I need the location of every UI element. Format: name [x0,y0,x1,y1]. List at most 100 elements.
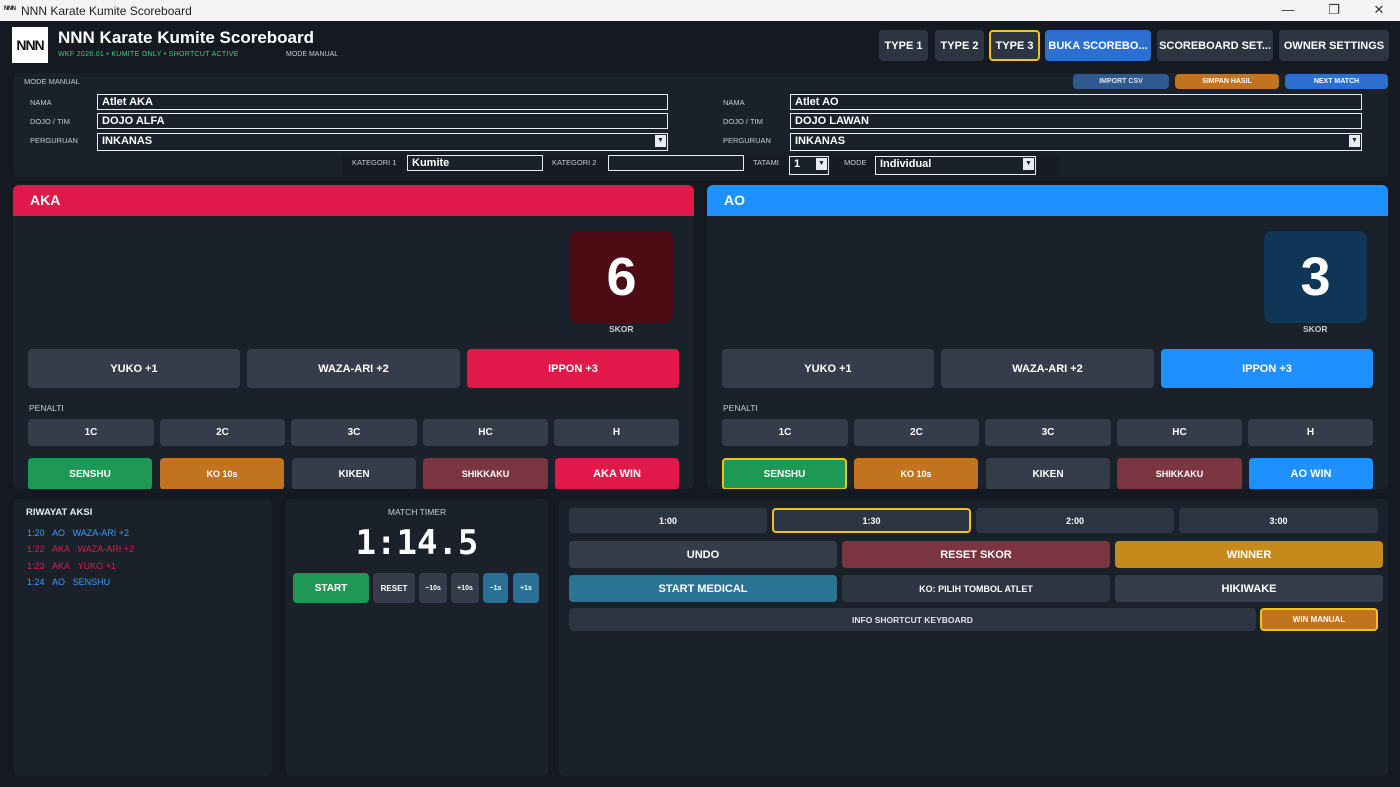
aka-penalty-2c[interactable]: 2C [160,419,285,446]
timer-reset-button[interactable]: RESET [373,573,415,603]
history-entry: 1:24 AO SENSHU [27,577,110,587]
ao-penalty-1c[interactable]: 1C [722,419,848,446]
duration-2-00-button[interactable]: 2:00 [976,508,1174,533]
category1-field[interactable]: Kumite [407,155,543,171]
ao-name-label: NAMA [723,98,745,107]
mode-select-value: Individual [880,158,932,170]
chevron-down-icon: ▼ [1023,158,1034,170]
ko-pick-athlete-button[interactable]: KO: PILIH TOMBOL ATLET [842,575,1110,602]
info-mode-label: MODE MANUAL [24,77,80,86]
ao-yuko-button[interactable]: YUKO +1 [722,349,934,388]
chevron-down-icon: ▼ [655,135,666,147]
mode-select[interactable]: Individual ▼ [875,156,1036,175]
close-icon[interactable]: ✕ [1364,2,1394,18]
window-title-bar: NNN NNN Karate Kumite Scoreboard — ❐ ✕ [0,0,1400,21]
duration-1-00-button[interactable]: 1:00 [569,508,767,533]
type2-button[interactable]: TYPE 2 [935,30,984,61]
aka-score-label: SKOR [609,324,634,334]
winner-button[interactable]: WINNER [1115,541,1383,568]
ao-header: AO [707,185,1388,216]
ao-score: 3 [1264,231,1367,323]
scoreboard-settings-button[interactable]: SCOREBOARD SET... [1157,30,1273,61]
win-manual-button[interactable]: WIN MANUAL [1260,608,1378,631]
reset-score-button[interactable]: RESET SKOR [842,541,1110,568]
aka-header: AKA [13,185,694,216]
history-time: 1:22 [27,544,45,554]
aka-senshu-button[interactable]: SENSHU [28,458,152,489]
shortcut-info-button[interactable]: INFO SHORTCUT KEYBOARD [569,608,1256,631]
ao-school-select[interactable]: INKANAS ▼ [790,133,1362,151]
history-time: 1:20 [27,528,45,538]
timer-plus10-button[interactable]: +10s [451,573,479,603]
aka-school-select[interactable]: INKANAS ▼ [97,133,668,151]
minimize-icon[interactable]: — [1273,2,1303,17]
aka-win-button[interactable]: AKA WIN [555,458,679,489]
owner-settings-button[interactable]: OWNER SETTINGS [1279,30,1389,61]
ao-name-field[interactable]: Atlet AO [790,94,1362,110]
import-csv-button[interactable]: IMPORT CSV [1073,74,1169,89]
app-subtitle: WKF 2026.01 • KUMITE ONLY • SHORTCUT ACT… [58,51,239,58]
mode-label: MODE MANUAL [286,51,339,58]
aka-score: 6 [570,231,673,323]
aka-ippon-button[interactable]: IPPON +3 [467,349,679,388]
open-scoreboard-button[interactable]: BUKA SCOREBO... [1045,30,1151,61]
aka-penalty-3c[interactable]: 3C [291,419,417,446]
maximize-icon[interactable]: ❐ [1319,2,1349,18]
ao-school-value: INKANAS [795,135,846,147]
timer-plus1-button[interactable]: +1s [513,573,539,603]
category2-field[interactable] [608,155,744,171]
aka-dojo-field[interactable]: DOJO ALFA [97,113,668,129]
ao-win-button[interactable]: AO WIN [1249,458,1373,489]
history-action: YUKO +1 [77,561,116,571]
ao-shikkaku-button[interactable]: SHIKKAKU [1117,458,1242,489]
save-result-button[interactable]: SIMPAN HASIL [1175,74,1279,89]
aka-penalty-1c[interactable]: 1C [28,419,154,446]
mode-select-label: MODE [844,158,867,167]
duration-1-30-button[interactable]: 1:30 [772,508,971,533]
type1-button[interactable]: TYPE 1 [879,30,928,61]
ao-school-label: PERGURUAN [723,136,771,145]
aka-waza-ari-button[interactable]: WAZA-ARI +2 [247,349,460,388]
history-time: 1:23 [27,561,45,571]
match-controls-panel: 1:00 1:30 2:00 3:00 UNDO RESET SKOR WINN… [559,499,1388,776]
next-match-button[interactable]: NEXT MATCH [1285,74,1388,89]
aka-dojo-label: DOJO / TIM [30,117,70,126]
duration-3-00-button[interactable]: 3:00 [1179,508,1378,533]
chevron-down-icon: ▼ [816,158,827,170]
ao-penalty-2c[interactable]: 2C [854,419,979,446]
timer-minus10-button[interactable]: −10s [419,573,447,603]
ao-penalty-h[interactable]: H [1248,419,1373,446]
ao-senshu-button[interactable]: SENSHU [722,458,847,489]
ao-ippon-button[interactable]: IPPON +3 [1161,349,1373,388]
history-action: WAZA-ARI +2 [72,528,130,538]
history-action: WAZA-ARI +2 [77,544,135,554]
history-entry: 1:20 AO WAZA-ARI +2 [27,528,129,538]
timer-title: MATCH TIMER [387,507,447,517]
ao-waza-ari-button[interactable]: WAZA-ARI +2 [941,349,1154,388]
ao-kiken-button[interactable]: KIKEN [986,458,1110,489]
aka-penalty-hc[interactable]: HC [423,419,548,446]
ao-penalty-hc[interactable]: HC [1117,419,1242,446]
ao-ko-button[interactable]: KO 10s [854,458,978,489]
tatami-value: 1 [794,158,801,170]
aka-name-field[interactable]: Atlet AKA [97,94,668,110]
ao-penalty-3c[interactable]: 3C [985,419,1111,446]
timer-start-button[interactable]: START [293,573,369,603]
history-entry: 1:22 AKA WAZA-ARI +2 [27,544,134,554]
aka-yuko-button[interactable]: YUKO +1 [28,349,240,388]
history-side: AKA [52,544,71,554]
aka-penalty-h[interactable]: H [554,419,679,446]
history-side: AO [52,577,66,587]
aka-shikkaku-button[interactable]: SHIKKAKU [423,458,548,489]
hikiwake-button[interactable]: HIKIWAKE [1115,575,1383,602]
type3-button[interactable]: TYPE 3 [989,30,1040,61]
timer-minus1-button[interactable]: −1s [483,573,508,603]
tatami-select[interactable]: 1 ▼ [789,156,829,175]
start-medical-button[interactable]: START MEDICAL [569,575,837,602]
aka-kiken-button[interactable]: KIKEN [292,458,416,489]
aka-ko-button[interactable]: KO 10s [160,458,284,489]
history-time: 1:24 [27,577,45,587]
history-entry: 1:23 AKA YUKO +1 [27,561,116,571]
ao-dojo-field[interactable]: DOJO LAWAN [790,113,1362,129]
undo-button[interactable]: UNDO [569,541,837,568]
